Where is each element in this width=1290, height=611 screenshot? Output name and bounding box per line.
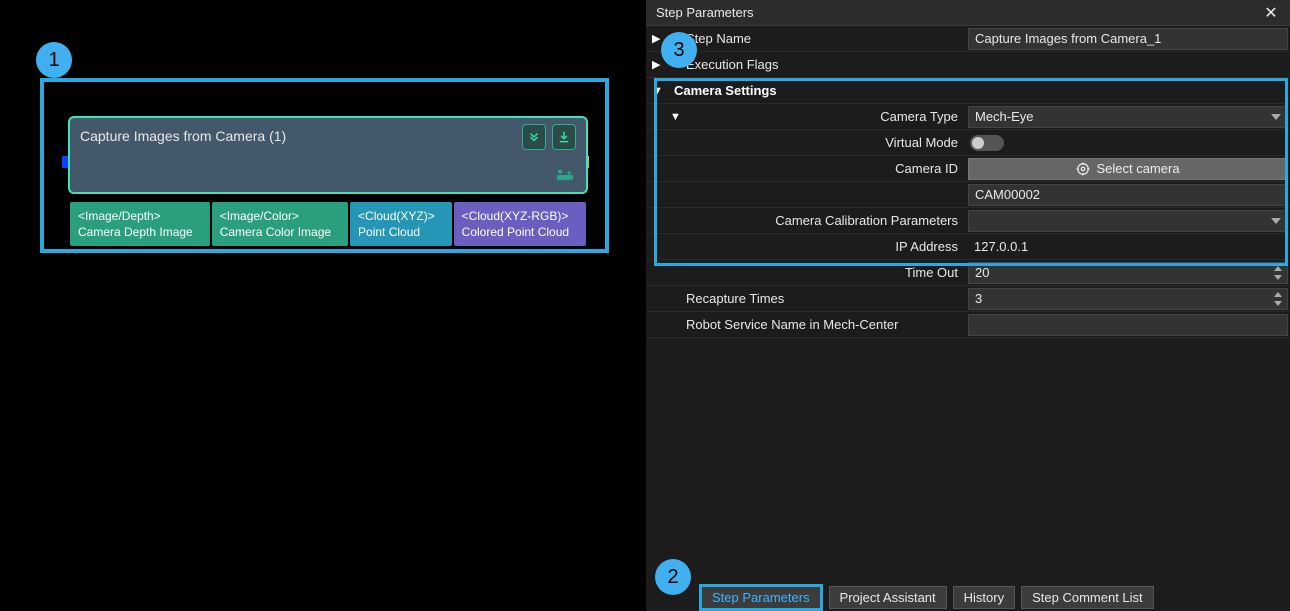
select-camera-button[interactable]: Select camera xyxy=(968,158,1288,180)
virtual-mode-toggle[interactable] xyxy=(970,135,1004,151)
recapture-times-label: Recapture Times xyxy=(646,291,968,306)
output-label: Camera Color Image xyxy=(220,224,340,240)
recapture-times-input[interactable] xyxy=(968,288,1288,310)
callout-marker-1: 1 xyxy=(36,42,72,78)
step-parameters-panel: Step Parameters ✕ 3 Step Name Execution … xyxy=(646,0,1290,611)
robot-service-label: Robot Service Name in Mech-Center xyxy=(646,317,968,332)
ip-address-label: IP Address xyxy=(646,239,968,254)
output-type: <Image/Depth> xyxy=(78,208,202,224)
output-type: <Cloud(XYZ)> xyxy=(358,208,444,224)
bottom-tabs: Step Parameters Project Assistant Histor… xyxy=(646,583,1154,611)
close-icon[interactable]: ✕ xyxy=(1262,4,1280,22)
camera-type-select[interactable]: Mech-Eye xyxy=(968,106,1288,128)
output-label: Camera Depth Image xyxy=(78,224,202,240)
node-expand-all-icon[interactable] xyxy=(522,124,546,150)
tab-project-assistant[interactable]: Project Assistant xyxy=(829,586,947,609)
select-camera-label: Select camera xyxy=(1096,161,1179,176)
node-output-depth[interactable]: <Image/Depth> Camera Depth Image xyxy=(70,202,210,246)
crosshair-icon xyxy=(1076,162,1090,176)
ip-address-value: 127.0.0.1 xyxy=(968,236,1288,258)
step-name-input[interactable] xyxy=(968,28,1288,50)
panel-title: Step Parameters xyxy=(656,5,1262,20)
node-output-cloud[interactable]: <Cloud(XYZ)> Point Cloud xyxy=(350,202,452,246)
output-type: <Image/Color> xyxy=(220,208,340,224)
graph-canvas[interactable]: 1 Capture Images from Camera (1) xyxy=(0,0,646,611)
node-download-icon[interactable] xyxy=(552,124,576,150)
expand-caret-icon[interactable] xyxy=(652,58,660,71)
node-output-cloud-rgb[interactable]: <Cloud(XYZ-RGB)> Colored Point Cloud xyxy=(454,202,586,246)
camera-id-label: Camera ID xyxy=(646,161,968,176)
camera-calibration-select[interactable] xyxy=(968,210,1288,232)
robot-service-input[interactable] xyxy=(968,314,1288,336)
callout-marker-2: 2 xyxy=(655,559,691,595)
camera-id-input[interactable] xyxy=(968,184,1288,206)
node-title: Capture Images from Camera (1) xyxy=(80,128,286,144)
graph-node[interactable]: Capture Images from Camera (1) xyxy=(68,116,588,194)
node-output-color[interactable]: <Image/Color> Camera Color Image xyxy=(212,202,348,246)
output-label: Point Cloud xyxy=(358,224,444,240)
expand-caret-icon[interactable] xyxy=(652,32,660,45)
camera-icon xyxy=(554,167,576,186)
output-type: <Cloud(XYZ-RGB)> xyxy=(462,208,578,224)
collapse-caret-icon[interactable] xyxy=(652,85,663,97)
timeout-input[interactable] xyxy=(968,262,1288,284)
tab-step-parameters[interactable]: Step Parameters xyxy=(699,584,823,611)
tab-history[interactable]: History xyxy=(953,586,1015,609)
output-label: Colored Point Cloud xyxy=(462,224,578,240)
virtual-mode-label: Virtual Mode xyxy=(646,135,968,150)
timeout-label: Time Out xyxy=(646,265,968,280)
callout-marker-3: 3 xyxy=(661,32,697,68)
camera-type-label: Camera Type xyxy=(646,109,968,124)
callout-highlight-1: Capture Images from Camera (1) <Image/De… xyxy=(40,78,609,253)
tab-step-comment-list[interactable]: Step Comment List xyxy=(1021,586,1154,609)
camera-calibration-label: Camera Calibration Parameters xyxy=(646,213,968,228)
collapse-caret-icon[interactable] xyxy=(670,111,681,123)
camera-settings-group[interactable]: Camera Settings xyxy=(646,83,968,98)
